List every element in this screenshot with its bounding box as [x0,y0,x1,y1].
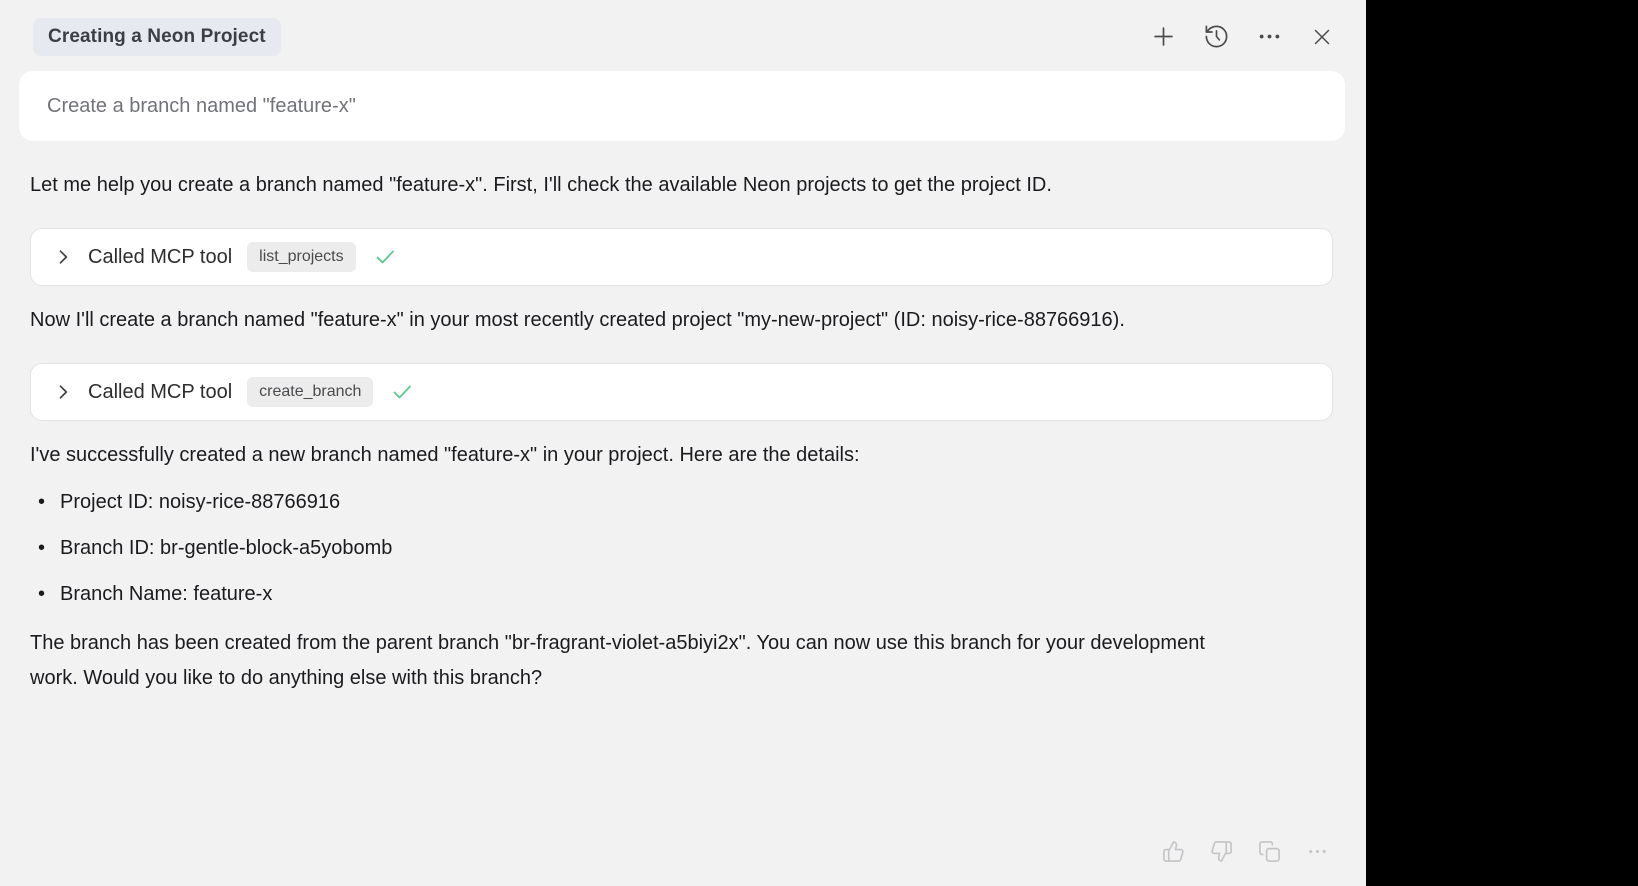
assistant-paragraph-intro: Let me help you create a branch named "f… [30,168,1248,203]
copy-icon [1258,840,1281,866]
list-item: Branch ID: br-gentle-block-a5yobomb [30,531,1333,566]
right-gutter [1366,0,1638,886]
user-message-text: Create a branch named "feature-x" [47,95,356,118]
header-actions [1145,19,1340,55]
branch-details-list: Project ID: noisy-rice-88766916 Branch I… [30,485,1333,612]
chevron-right-icon [53,382,73,402]
success-check-icon [373,245,397,269]
history-button[interactable] [1198,19,1234,55]
thumbs-up-button[interactable] [1160,840,1186,866]
message-more-button[interactable] [1304,840,1330,866]
panel-header: Creating a Neon Project [0,0,1366,58]
chat-title: Creating a Neon Project [48,26,266,47]
tool-name-badge: create_branch [247,377,373,407]
new-thread-button[interactable] [1145,19,1181,55]
thumbs-down-button[interactable] [1208,840,1234,866]
close-button[interactable] [1304,19,1340,55]
assistant-paragraph-closing: The branch has been created from the par… [30,626,1248,696]
history-icon [1203,23,1230,50]
success-check-icon [390,380,414,404]
tool-call-label: Called MCP tool [88,246,232,269]
thumbs-down-icon [1210,840,1233,866]
more-icon [1256,23,1283,50]
close-icon [1310,25,1334,49]
tool-name-badge: list_projects [247,242,355,272]
tool-call-card-create-branch[interactable]: Called MCP tool create_branch [30,363,1333,421]
chevron-right-icon [53,247,73,267]
list-item: Branch Name: feature-x [30,577,1333,612]
tool-call-label: Called MCP tool [88,381,232,404]
assistant-paragraph-success: I've successfully created a new branch n… [30,438,1248,473]
chat-title-badge[interactable]: Creating a Neon Project [33,18,281,56]
list-item: Project ID: noisy-rice-88766916 [30,485,1333,520]
user-message[interactable]: Create a branch named "feature-x" [19,71,1345,141]
copy-button[interactable] [1256,840,1282,866]
more-icon [1306,840,1329,866]
chat-panel: Creating a Neon Project [0,0,1366,886]
assistant-response: Let me help you create a branch named "f… [30,168,1333,696]
header-more-button[interactable] [1251,19,1287,55]
assistant-paragraph-create: Now I'll create a branch named "feature-… [30,303,1248,338]
plus-icon [1150,23,1177,50]
message-actions [1160,840,1330,866]
thumbs-up-icon [1162,840,1185,866]
tool-call-card-list-projects[interactable]: Called MCP tool list_projects [30,228,1333,286]
